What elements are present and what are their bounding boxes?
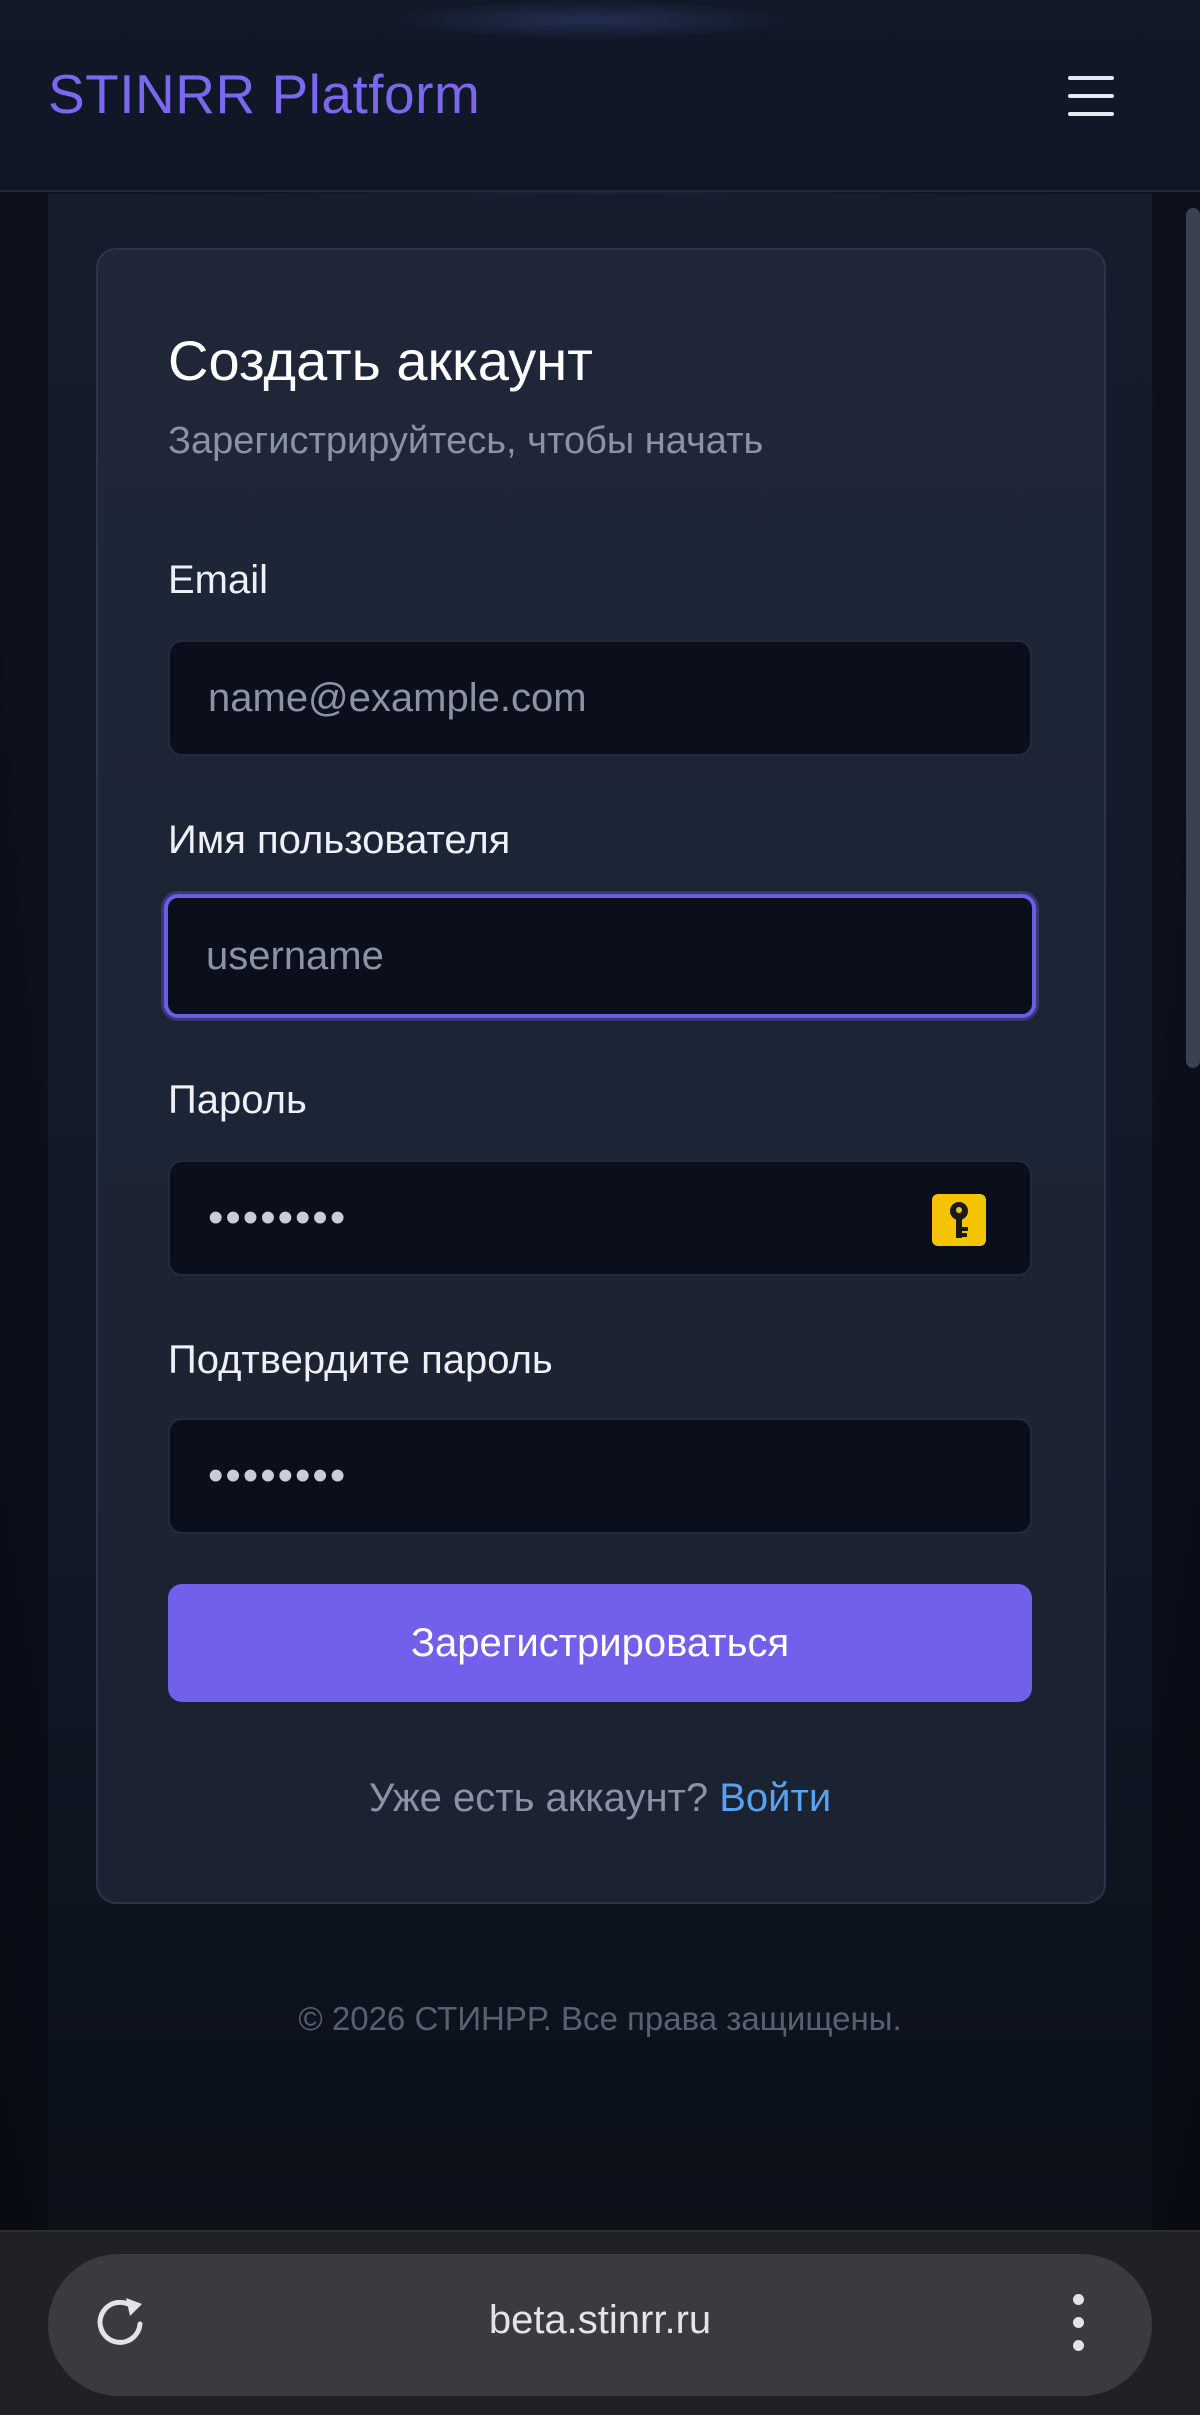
page: STINRR Platform Создать аккаунт Зарегист… (0, 0, 1200, 2415)
username-label: Имя пользователя (168, 818, 511, 862)
register-button[interactable]: Зарегистрироваться (168, 1584, 1032, 1702)
login-prompt-line: Уже есть аккаунт? Войти (0, 1776, 1200, 1821)
brand-title[interactable]: STINRR Platform (48, 62, 480, 126)
confirm-password-field[interactable]: •••••••• (168, 1418, 1032, 1534)
header-glow (380, 0, 800, 40)
password-label: Пароль (168, 1078, 307, 1122)
url-text[interactable]: beta.stinrr.ru (0, 2298, 1200, 2343)
password-field[interactable]: •••••••• (168, 1160, 1032, 1276)
form-title: Создать аккаунт (168, 329, 593, 392)
username-field[interactable]: username (164, 894, 1036, 1018)
password-manager-key-icon[interactable] (932, 1194, 986, 1246)
kebab-menu-icon[interactable] (1064, 2292, 1094, 2354)
hamburger-menu-icon[interactable] (1068, 74, 1116, 118)
page-scrollbar[interactable] (1186, 208, 1200, 1068)
email-label: Email (168, 558, 269, 602)
confirm-password-label: Подтвердите пароль (168, 1338, 553, 1382)
footer-copyright: © 2026 СТИНРР. Все права защищены. (298, 2000, 902, 2037)
app-header: STINRR Platform (0, 0, 1200, 192)
login-link[interactable]: Войти (719, 1776, 831, 1820)
form-subtitle: Зарегистрируйтесь, чтобы начать (168, 420, 764, 462)
login-prompt-text: Уже есть аккаунт? (368, 1776, 709, 1820)
email-field[interactable]: name@example.com (168, 640, 1032, 756)
